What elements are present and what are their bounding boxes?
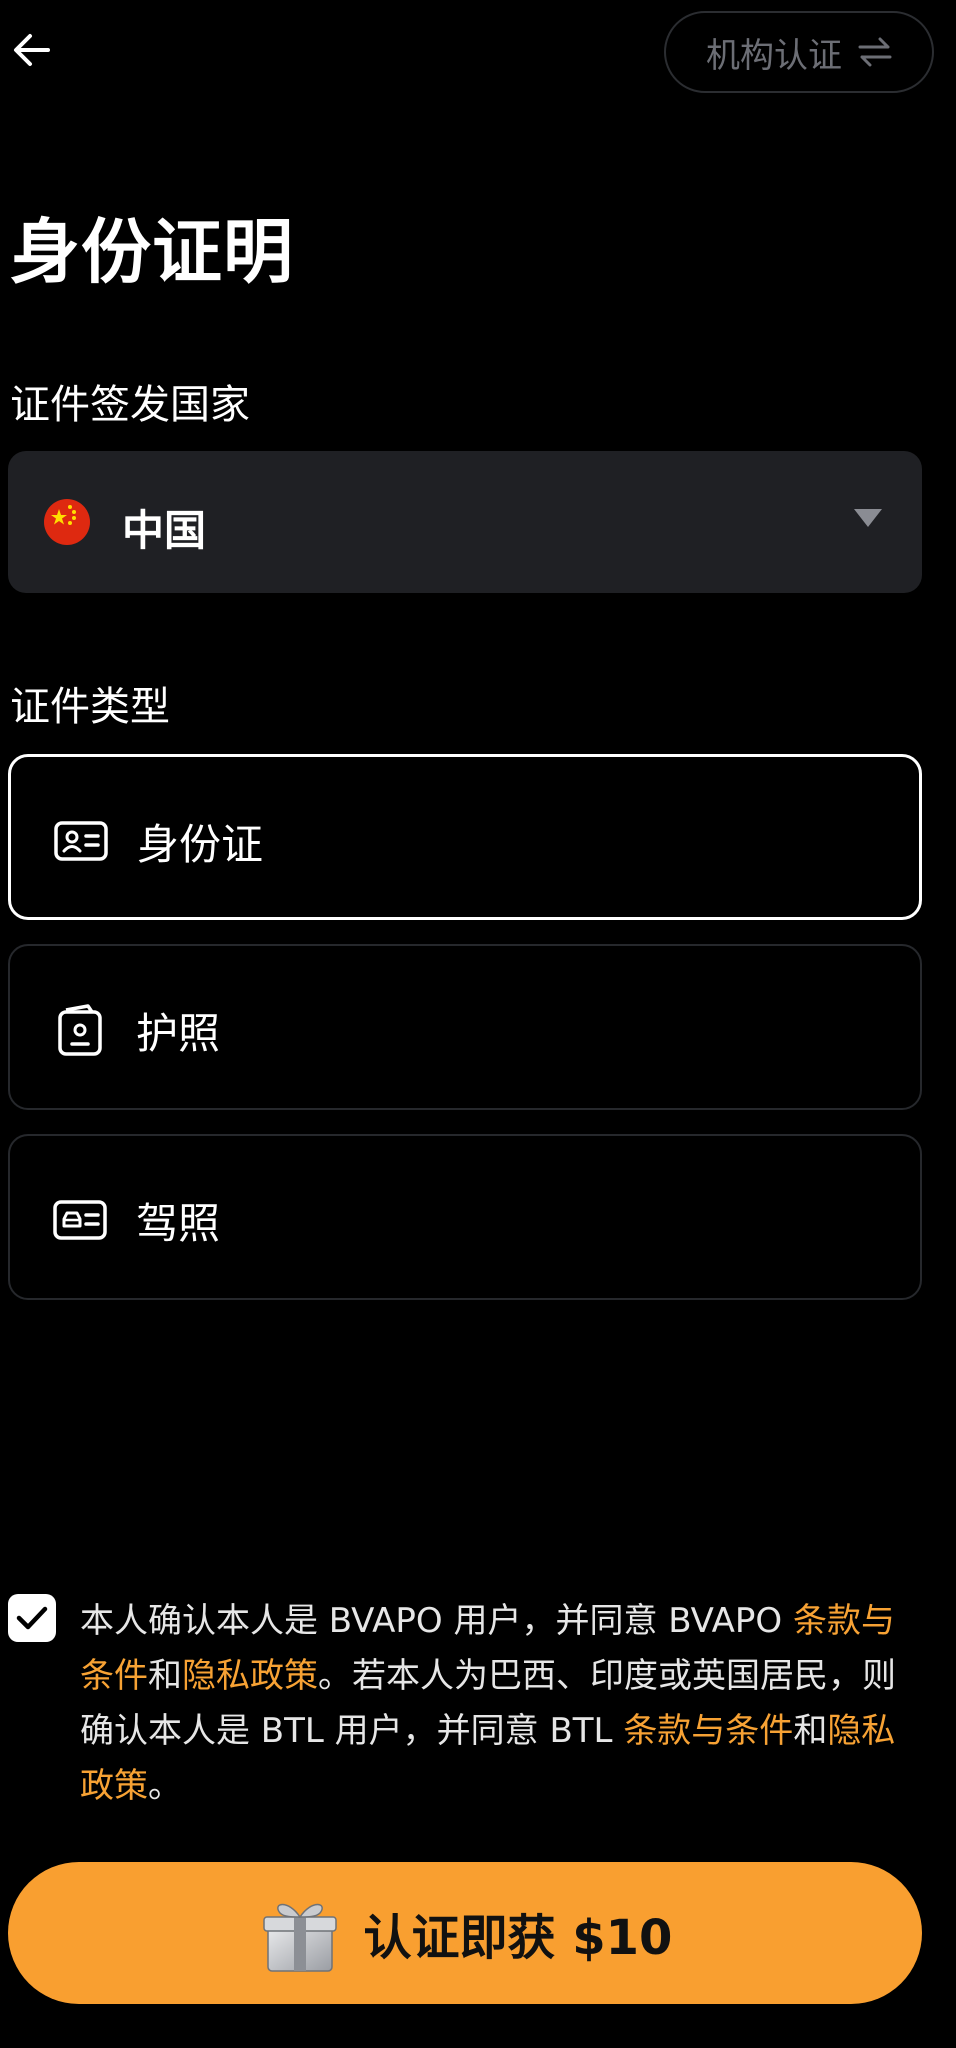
back-button[interactable] bbox=[10, 28, 54, 72]
consent-text-end: 。 bbox=[148, 1766, 182, 1806]
swap-arrows-icon bbox=[858, 37, 892, 67]
institution-verify-label: 机构认证 bbox=[706, 35, 842, 76]
document-type-label: 证件类型 bbox=[10, 684, 170, 730]
country-value: 中国 bbox=[122, 506, 207, 555]
consent-text-and: 和 bbox=[793, 1711, 828, 1751]
verify-reward-button[interactable]: 认证即获 $10 bbox=[8, 1862, 922, 2004]
driver-license-icon bbox=[53, 1200, 107, 1240]
privacy-link[interactable]: 隐私政策 bbox=[182, 1656, 318, 1696]
checkmark-icon bbox=[16, 1606, 48, 1630]
caret-down-icon bbox=[854, 509, 882, 527]
passport-icon bbox=[58, 1004, 102, 1056]
country-select[interactable]: 中国 bbox=[8, 451, 922, 593]
gift-box-icon bbox=[262, 1903, 337, 1972]
consent-checkbox[interactable] bbox=[8, 1594, 56, 1642]
consent-text: 本人确认本人是 BVAPO 用户，并同意 BVAPO 条款与条件和隐私政策。若本… bbox=[80, 1594, 910, 1814]
issuing-country-label: 证件签发国家 bbox=[10, 382, 250, 428]
consent-text-part: 本人确认本人是 BVAPO 用户，并同意 BVAPO bbox=[80, 1601, 794, 1641]
doc-option-driver-license[interactable]: 驾照 bbox=[8, 1134, 922, 1300]
doc-option-passport[interactable]: 护照 bbox=[8, 944, 922, 1110]
btl-terms-link[interactable]: 条款与条件 bbox=[623, 1711, 793, 1751]
page-title: 身份证明 bbox=[10, 211, 294, 293]
china-flag-icon bbox=[44, 499, 90, 545]
doc-option-id-card[interactable]: 身份证 bbox=[8, 754, 922, 920]
doc-option-label: 护照 bbox=[136, 1009, 221, 1058]
doc-option-label: 身份证 bbox=[137, 820, 264, 869]
verify-reward-label: 认证即获 $10 bbox=[363, 1910, 673, 1966]
arrow-left-icon bbox=[14, 34, 50, 66]
institution-verify-button[interactable]: 机构认证 bbox=[664, 11, 934, 93]
consent-text-and: 和 bbox=[148, 1656, 182, 1696]
id-card-icon bbox=[54, 821, 108, 861]
doc-option-label: 驾照 bbox=[136, 1199, 221, 1248]
